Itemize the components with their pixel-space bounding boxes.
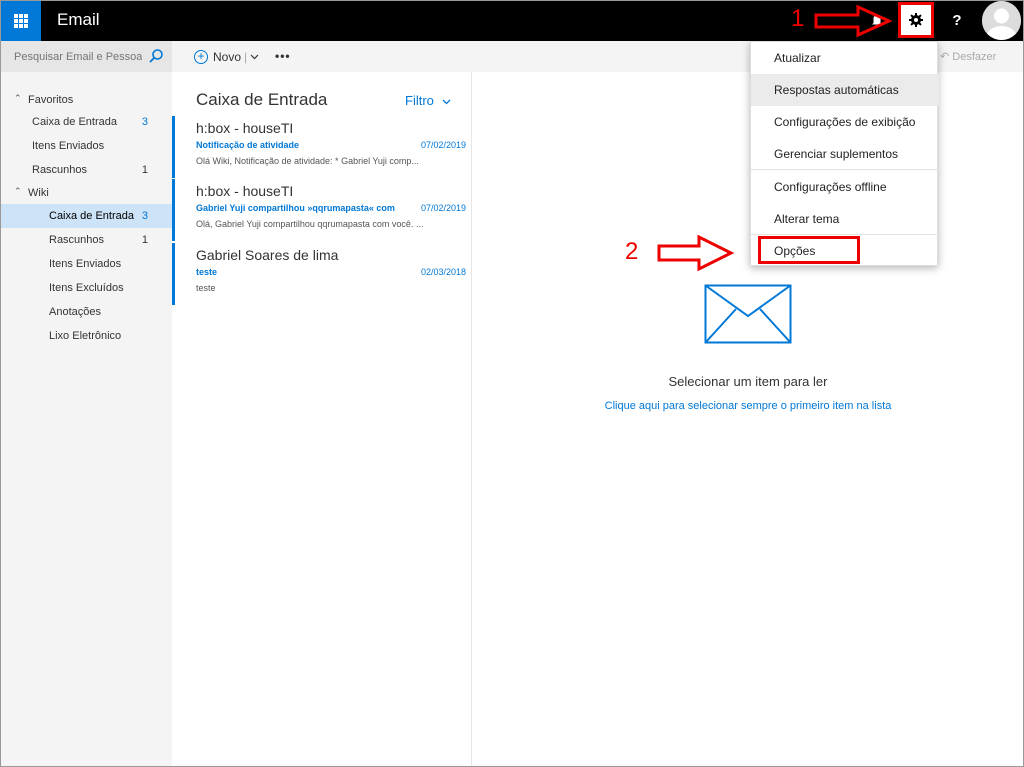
plus-circle-icon: + (194, 50, 208, 64)
annotation-highlight-box (758, 236, 860, 264)
folder-label: Caixa de Entrada (49, 210, 134, 222)
folder-label: Rascunhos (32, 164, 88, 176)
app-launcher-button[interactable] (0, 0, 41, 41)
folder-label: Lixo Eletrônico (49, 330, 122, 342)
undo-button[interactable]: ↶ Desfazer (940, 50, 996, 63)
undo-label: Desfazer (952, 51, 997, 63)
favorites-header[interactable]: ⌃ Favoritos (0, 88, 172, 112)
folder-pane: ⌃ Favoritos Caixa de Entrada 3 Itens Env… (0, 72, 172, 767)
folder-label: Itens Excluídos (49, 282, 124, 294)
app-launcher-icon (13, 13, 28, 28)
folder-label: Rascunhos (49, 234, 105, 246)
menu-item-refresh[interactable]: Atualizar (751, 42, 939, 74)
menu-item-display-settings[interactable]: Configurações de exibição (751, 106, 939, 138)
more-icon[interactable]: ••• (275, 49, 291, 63)
message-subject: Gabriel Yuji compartilhou »qqrumapasta« … (196, 203, 395, 213)
chevron-down-icon (442, 99, 450, 105)
item-count: 1 (141, 234, 148, 246)
annotation-step-1: 1 (791, 5, 805, 32)
message-item[interactable]: h:box - houseTI Gabriel Yuji compartilho… (172, 179, 472, 241)
envelope-icon (704, 284, 792, 344)
help-icon: ? (952, 12, 962, 29)
folder-item[interactable]: Rascunhos 1 (0, 228, 172, 252)
gear-icon (909, 13, 923, 27)
menu-item-change-theme[interactable]: Alterar tema (751, 203, 939, 235)
message-date: 02/03/2018 (420, 267, 466, 277)
favorites-label: Favoritos (28, 94, 74, 106)
folder-item[interactable]: Itens Excluídos (0, 276, 172, 300)
app-title: Email (57, 10, 100, 29)
search-input[interactable] (14, 50, 142, 63)
folder-item[interactable]: Rascunhos 1 (0, 158, 172, 182)
menu-item-offline-settings[interactable]: Configurações offline (751, 171, 939, 203)
unread-count: 3 (141, 210, 148, 222)
message-item[interactable]: h:box - houseTI Notificação de atividade… (172, 116, 472, 178)
folder-item[interactable]: Caixa de Entrada 3 (0, 110, 172, 134)
avatar-icon (982, 1, 1021, 40)
chevron-down-icon[interactable] (250, 54, 259, 60)
avatar[interactable] (982, 1, 1021, 40)
folder-item-inbox[interactable]: Caixa de Entrada 3 (0, 204, 172, 228)
folder-label: Itens Enviados (32, 140, 105, 152)
folder-item[interactable]: Itens Enviados (0, 252, 172, 276)
message-preview: Olá, Gabriel Yuji compartilhou qqrumapas… (196, 219, 424, 229)
menu-divider (751, 169, 939, 170)
folder-item[interactable]: Anotações (0, 300, 172, 324)
message-sender: h:box - houseTI (196, 183, 294, 199)
chevron-up-icon: ⌃ (14, 186, 22, 196)
message-preview: teste (196, 283, 216, 293)
message-sender: Gabriel Soares de lima (196, 247, 339, 263)
message-date: 07/02/2019 (420, 140, 466, 150)
folder-label: Anotações (49, 306, 101, 318)
filter-button[interactable]: Filtro (405, 93, 451, 108)
select-first-item-link[interactable]: Clique aqui para selecionar sempre o pri… (473, 400, 1023, 412)
new-label: Novo (213, 50, 242, 64)
message-preview: Olá Wiki, Notificação de atividade: * Ga… (196, 156, 419, 166)
message-list: Caixa de Entrada Filtro h:box - houseTI … (172, 72, 472, 767)
unread-count: 3 (141, 116, 148, 128)
settings-menu: Atualizar Respostas automáticas Configur… (750, 41, 939, 266)
message-item[interactable]: Gabriel Soares de lima teste 02/03/2018 … (172, 243, 472, 305)
filter-label: Filtro (405, 93, 434, 108)
annotation-arrow-icon (814, 4, 892, 38)
message-date: 07/02/2019 (420, 203, 466, 213)
message-subject: Notificação de atividade (196, 140, 300, 150)
folder-label: Caixa de Entrada (32, 116, 117, 128)
account-header[interactable]: ⌃ Wiki (0, 181, 172, 205)
annotation-arrow-icon (657, 234, 735, 272)
settings-button[interactable] (898, 2, 934, 38)
list-title: Caixa de Entrada (196, 90, 328, 109)
undo-icon: ↶ (940, 51, 950, 63)
help-button[interactable]: ? (938, 0, 976, 41)
menu-item-automatic-replies[interactable]: Respostas automáticas (751, 74, 939, 106)
message-subject: teste (196, 267, 218, 277)
account-label: Wiki (28, 187, 49, 199)
menu-item-manage-addins[interactable]: Gerenciar suplementos (751, 138, 939, 170)
separator: | (244, 50, 248, 64)
reading-prompt: Selecionar um item para ler (668, 374, 828, 389)
reading-pane: Selecionar um item para ler Clique aqui … (473, 72, 1023, 767)
item-count: 1 (141, 164, 148, 176)
folder-label: Itens Enviados (49, 258, 122, 270)
message-sender: h:box - houseTI (196, 120, 294, 136)
folder-item[interactable]: Itens Enviados (0, 134, 172, 158)
annotation-step-2: 2 (625, 238, 639, 265)
new-message-button[interactable]: + Novo | (194, 48, 259, 66)
search-icon[interactable] (148, 48, 164, 64)
folder-item[interactable]: Lixo Eletrônico (0, 324, 172, 348)
chevron-up-icon: ⌃ (14, 93, 22, 103)
search-box[interactable] (0, 41, 172, 72)
